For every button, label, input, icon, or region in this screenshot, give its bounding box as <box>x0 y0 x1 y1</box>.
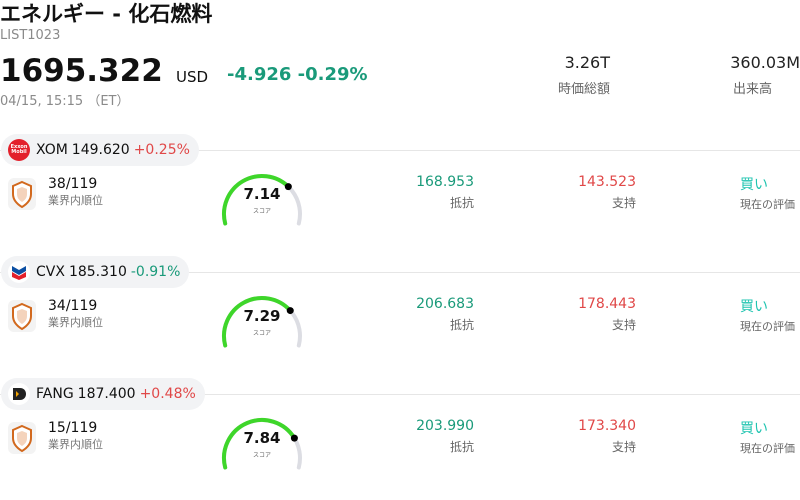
resistance-value: 168.953 <box>416 174 474 190</box>
resistance-label: 抵抗 <box>449 318 474 332</box>
evaluation-value: 買い <box>740 177 768 193</box>
support-value: 178.443 <box>578 296 636 312</box>
support-label: 支持 <box>611 440 636 454</box>
resistance-label: 抵抗 <box>449 196 474 210</box>
volume-label: 出来高 <box>732 82 772 97</box>
evaluation-value: 買い <box>740 421 768 437</box>
shield-icon <box>8 422 36 454</box>
score-value: 7.29 <box>243 307 281 325</box>
support-label: 支持 <box>611 196 636 210</box>
score-label: スコア <box>252 452 271 459</box>
list-code: LIST1023 <box>0 28 61 43</box>
support-value: 143.523 <box>578 174 636 190</box>
industry-rank-label: 業界内順位 <box>48 194 103 207</box>
score-value: 7.14 <box>243 185 281 203</box>
support-label: 支持 <box>611 318 636 332</box>
score-value: 7.84 <box>243 429 281 447</box>
evaluation-value: 買い <box>740 299 768 315</box>
stock-pill[interactable]: FANG 187.400 +0.48% <box>1 378 205 410</box>
stock-change: +0.48% <box>139 386 196 402</box>
stock-ticker: XOM <box>36 142 68 158</box>
score-label: スコア <box>252 208 271 215</box>
resistance-value: 206.683 <box>416 296 474 312</box>
volume-value: 360.03M <box>730 53 800 72</box>
index-change: -4.926 -0.29% <box>227 64 368 85</box>
score-label: スコア <box>252 330 271 337</box>
industry-rank: 15/119 <box>48 420 98 436</box>
stock-price: 149.620 <box>71 142 130 158</box>
shield-icon <box>8 300 36 332</box>
support-value: 173.340 <box>578 418 636 434</box>
stock-ticker: CVX <box>36 264 65 280</box>
resistance-label: 抵抗 <box>449 440 474 454</box>
chevron-logo-icon <box>8 261 30 283</box>
resistance-value: 203.990 <box>416 418 474 434</box>
stock-row-cvx[interactable]: CVX 185.310 -0.91% 34/119 業界内順位 7.29 スコア… <box>0 256 800 378</box>
market-cap-label: 時価総額 <box>557 82 610 97</box>
stock-ticker: FANG <box>36 386 74 402</box>
industry-rank: 38/119 <box>48 176 98 192</box>
industry-rank-label: 業界内順位 <box>48 438 103 451</box>
stock-price: 185.310 <box>68 264 127 280</box>
evaluation-label: 現在の評価 <box>740 442 795 455</box>
stock-pill[interactable]: Exxon Mobil XOM 149.620 +0.25% <box>1 134 199 166</box>
currency-label: USD <box>176 68 209 86</box>
diamondback-logo-icon <box>8 383 30 405</box>
evaluation-label: 現在の評価 <box>740 198 795 211</box>
market-cap-value: 3.26T <box>564 53 610 72</box>
stock-change: +0.25% <box>133 142 190 158</box>
timestamp: 04/15, 15:15 （ET） <box>0 94 130 109</box>
stock-pill[interactable]: CVX 185.310 -0.91% <box>1 256 190 288</box>
index-price: 1695.322 <box>0 53 163 89</box>
industry-rank-label: 業界内順位 <box>48 316 103 329</box>
exxon-logo-icon: Exxon Mobil <box>8 139 30 161</box>
stock-row-xom[interactable]: Exxon Mobil XOM 149.620 +0.25% 38/119 業界… <box>0 134 800 256</box>
stock-change: -0.91% <box>130 264 181 280</box>
stock-row-fang[interactable]: FANG 187.400 +0.48% 15/119 業界内順位 7.84 スコ… <box>0 378 800 500</box>
shield-icon <box>8 178 36 210</box>
stock-price: 187.400 <box>77 386 136 402</box>
evaluation-label: 現在の評価 <box>740 320 795 333</box>
page-title: エネルギー - 化石燃料 <box>0 2 213 26</box>
industry-rank: 34/119 <box>48 298 98 314</box>
